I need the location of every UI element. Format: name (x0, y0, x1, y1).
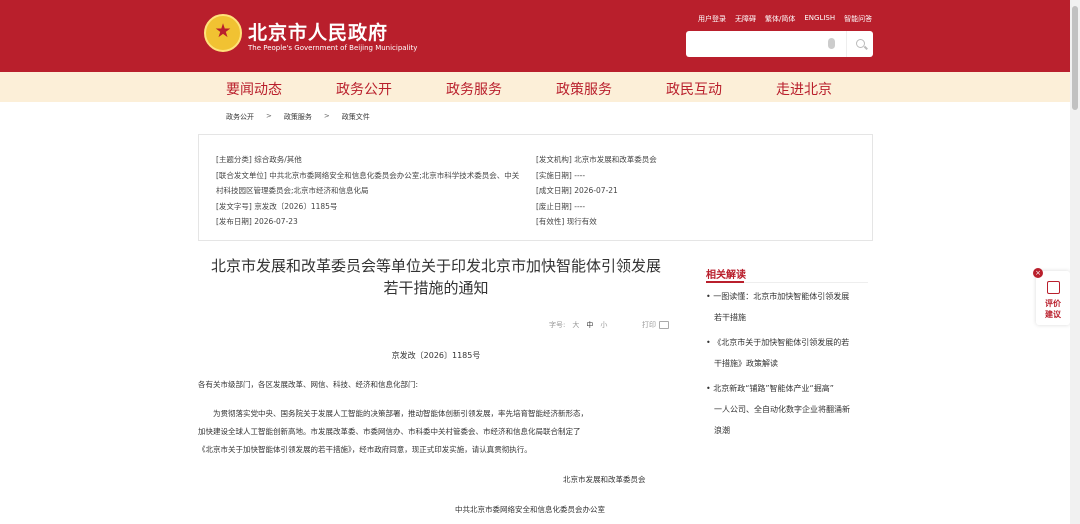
signer: 北京市发展和改革委员会 (563, 475, 646, 484)
related-item-text: 一人公司、全自动化数字企业将翻涌新 (714, 405, 850, 414)
breadcrumb-item[interactable]: 政务公开 (226, 112, 254, 122)
meta-issuer: [发文机构] 北京市发展和改革委员会 (536, 155, 657, 164)
meta-written-date: [成文日期] 2026-07-21 (536, 186, 618, 195)
close-icon[interactable]: × (1033, 268, 1043, 278)
related-item[interactable]: • 北京新政“铺路”智能体产业“掘高” 一人公司、全自动化数字企业将翻涌新 浪潮 (706, 378, 872, 441)
meta-doc-no: [发文字号] 京发改〔2026〕1185号 (216, 201, 338, 211)
signer: 中共北京市委网络安全和信息化委员会办公室 (455, 505, 605, 514)
doc-number: 京发改〔2026〕1185号 (391, 351, 481, 360)
font-size-small[interactable]: 小 (600, 320, 607, 330)
related-item-text: • 北京新政“铺路”智能体产业“掘高” (706, 384, 834, 393)
related-item-text: • 《北京市关于加快智能体引领发展的若 (706, 338, 850, 347)
body-paragraph: 为贯彻落实党中央、国务院关于发展人工智能的决策部署，推动智能体创新引领发展，率先… (198, 405, 674, 459)
smart-qa-link[interactable]: 智能问答 (844, 14, 872, 24)
meta-publish-date: [发布日期] 2026-07-23 (216, 217, 298, 226)
site-title[interactable]: 北京市人民政府 (248, 18, 388, 45)
paragraph-line: 加快建设全球人工智能创新高地。市发展改革委、市委网信办、市科委中关村管委会、市经… (198, 427, 581, 436)
nav-item-policy[interactable]: 政策服务 (556, 79, 612, 99)
meta-effective-date: [实施日期] ---- (536, 170, 586, 180)
nav-item-news[interactable]: 要闻动态 (226, 79, 282, 99)
breadcrumb: 政务公开 > 政策服务 > 政策文件 (226, 112, 370, 122)
meta-joint-units-cont: 村科技园区管理委员会;北京市经济和信息化局 (216, 186, 369, 195)
font-size-label: 字号: (549, 321, 566, 329)
edit-icon (1047, 281, 1060, 294)
font-size-medium[interactable]: 中 (586, 320, 593, 330)
related-title: 相关解读 (706, 270, 746, 281)
related-item-text: 浪潮 (714, 426, 730, 435)
document-meta: [主题分类] 综合政务/其他 [联合发文单位] 中共北京市委网络安全和信息化委员… (198, 134, 873, 241)
scrollbar[interactable] (1070, 0, 1080, 524)
related-list: • 一图读懂：北京市加快智能体引领发展 若干措施 • 《北京市关于加快智能体引领… (706, 286, 872, 445)
paragraph-line: 为贯彻落实党中央、国务院关于发展人工智能的决策部署，推动智能体创新引领发展，率先… (213, 409, 588, 418)
related-item-text: • 一图读懂：北京市加快智能体引领发展 (706, 292, 850, 301)
article-title-line: 北京市发展和改革委员会等单位关于印发北京市加快智能体引领发展 (210, 257, 661, 275)
national-emblem-icon (204, 14, 242, 52)
related-divider (706, 281, 868, 283)
breadcrumb-separator: > (266, 112, 272, 120)
nav-item-services[interactable]: 政务服务 (446, 79, 502, 99)
font-size-large[interactable]: 大 (572, 320, 579, 330)
search-input[interactable] (686, 31, 873, 57)
site-subtitle: The People's Government of Beijing Munic… (248, 44, 418, 52)
salutation: 各有关市级部门，各区发展改革、网信、科技、经济和信息化部门: (198, 380, 419, 389)
accessibility-link[interactable]: 无障碍 (735, 14, 756, 24)
english-link[interactable]: ENGLISH (804, 14, 835, 24)
breadcrumb-item[interactable]: 政策服务 (284, 112, 312, 122)
breadcrumb-item[interactable]: 政策文件 (342, 112, 370, 122)
paragraph-line: 《北京市关于加快智能体引领发展的若干措施》，经市政府同意，现正式印发实施，请认真… (198, 445, 532, 454)
print-button[interactable]: 打印 (642, 320, 669, 330)
font-size-control: 字号: 大 中 小 (549, 320, 607, 330)
evaluate-label: 评价 建议 (1045, 299, 1061, 319)
evaluate-button[interactable]: × 评价 建议 (1033, 268, 1070, 325)
meta-validity: [有效性] 现行有效 (536, 217, 597, 226)
related-item-text: 干措施》政策解读 (714, 359, 778, 368)
nav-item-about-beijing[interactable]: 走进北京 (776, 79, 832, 99)
site-header: 北京市人民政府 The People's Government of Beiji… (0, 0, 1070, 72)
meta-joint-units: [联合发文单位] 中共北京市委网络安全和信息化委员会办公室;北京市科学技术委员会… (216, 170, 520, 180)
meta-category: [主题分类] 综合政务/其他 (216, 155, 302, 164)
article-title-line: 若干措施的通知 (383, 279, 489, 297)
search-button[interactable] (846, 31, 873, 57)
related-item[interactable]: • 一图读懂：北京市加快智能体引领发展 若干措施 (706, 286, 872, 328)
nav-item-interaction[interactable]: 政民互动 (666, 79, 722, 99)
article-title: 北京市发展和改革委员会等单位关于印发北京市加快智能体引领发展 若干措施的通知 (198, 255, 674, 299)
main-nav: 要闻动态 政务公开 政务服务 政策服务 政民互动 走进北京 (0, 72, 1070, 102)
breadcrumb-separator: > (323, 112, 330, 120)
scrollbar-thumb[interactable] (1072, 6, 1078, 110)
login-link[interactable]: 用户登录 (698, 14, 726, 24)
printer-icon (659, 321, 669, 329)
top-links: 用户登录 无障碍 繁体/简体 ENGLISH 智能问答 (698, 14, 872, 24)
related-item-text: 若干措施 (714, 313, 746, 322)
traditional-simplified-link[interactable]: 繁体/简体 (765, 14, 795, 24)
meta-abolish-date: [废止日期] ---- (536, 201, 586, 211)
microphone-icon[interactable] (828, 38, 835, 49)
nav-item-gov-affairs[interactable]: 政务公开 (336, 79, 392, 99)
related-item[interactable]: • 《北京市关于加快智能体引领发展的若 干措施》政策解读 (706, 332, 872, 374)
print-label: 打印 (642, 321, 656, 329)
